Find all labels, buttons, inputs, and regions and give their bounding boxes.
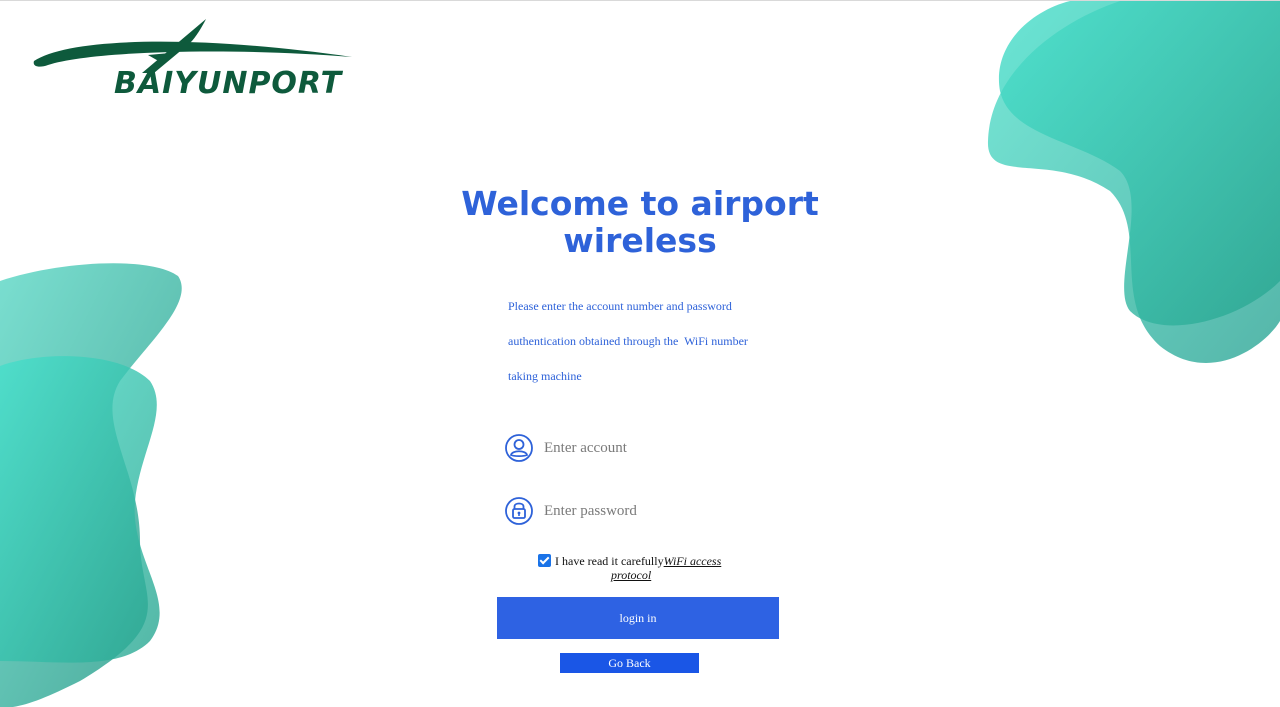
go-back-button[interactable]: Go Back bbox=[560, 653, 699, 673]
login-button[interactable]: login in bbox=[497, 597, 779, 639]
baiyunport-logo: BAIYUNPORT bbox=[30, 15, 410, 101]
wifi-protocol-link[interactable]: WiFi access bbox=[664, 554, 722, 568]
password-input[interactable] bbox=[544, 497, 784, 525]
agreement-row: I have read it carefullyWiFi access prot… bbox=[538, 554, 738, 582]
agreement-checkbox[interactable] bbox=[538, 554, 551, 567]
instructions-text: Please enter the account number and pass… bbox=[508, 289, 778, 394]
instructions-line-1: Please enter the account number and pass… bbox=[508, 299, 732, 313]
account-field-row bbox=[504, 432, 804, 464]
agreement-text: I have read it carefully bbox=[555, 554, 664, 568]
lock-icon bbox=[505, 497, 533, 525]
password-field-row bbox=[504, 495, 804, 527]
page-title: Welcome to airport wireless bbox=[440, 185, 840, 259]
user-icon bbox=[505, 434, 533, 462]
instructions-line-3: taking machine bbox=[508, 369, 582, 383]
account-input[interactable] bbox=[544, 434, 784, 462]
title-line-2: wireless bbox=[563, 221, 717, 260]
logo-text: BAIYUNPORT bbox=[114, 66, 344, 101]
wifi-protocol-link-cont[interactable]: protocol bbox=[611, 568, 738, 582]
title-line-1: Welcome to airport bbox=[461, 184, 819, 223]
instructions-line-2: authentication obtained through the WiFi… bbox=[508, 334, 748, 348]
airplane-swoosh-icon bbox=[33, 19, 353, 73]
login-page: BAIYUNPORT Welcome to airport wireless P… bbox=[0, 0, 1280, 707]
